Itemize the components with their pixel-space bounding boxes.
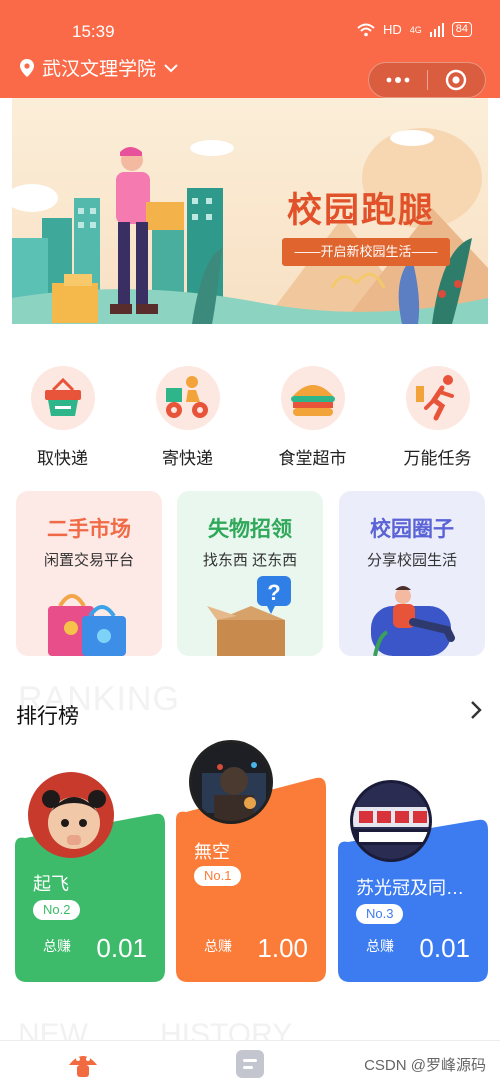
quick-label: 寄快递 bbox=[162, 449, 213, 468]
shopping-bags-icon bbox=[48, 594, 126, 656]
ranking-name: 起飞 bbox=[33, 874, 69, 894]
banner-title: 校园跑腿 bbox=[287, 190, 436, 231]
chevron-down-icon bbox=[164, 63, 178, 72]
mini-program-capsule bbox=[368, 62, 486, 98]
delivery-bike-icon bbox=[155, 366, 220, 430]
tab-orders[interactable] bbox=[233, 1049, 267, 1079]
avatar bbox=[189, 740, 273, 824]
close-button[interactable] bbox=[427, 62, 485, 98]
app-header: 15:39 HD 4G 84 武汉文理学院 bbox=[0, 0, 500, 98]
ranking-badge: No.3 bbox=[356, 904, 404, 924]
category-card-lost-found[interactable]: 失物招领 找东西 还东西 ? bbox=[177, 491, 323, 656]
category-subtitle: 闲置交易平台 bbox=[43, 552, 134, 569]
document-icon bbox=[236, 1050, 264, 1078]
category-title: 校园圈子 bbox=[370, 518, 454, 541]
category-title: 失物招领 bbox=[208, 518, 292, 541]
quick-item-pickup[interactable]: 取快递 bbox=[0, 360, 125, 470]
earn-label: 总赚 bbox=[366, 938, 394, 954]
quick-label: 万能任务 bbox=[403, 449, 472, 468]
quick-label: 食堂超市 bbox=[278, 449, 347, 468]
ranking-more-button[interactable] bbox=[470, 700, 482, 726]
location-selector[interactable]: 武汉文理学院 bbox=[20, 54, 178, 81]
earn-label: 总赚 bbox=[43, 938, 71, 954]
location-name: 武汉文理学院 bbox=[42, 59, 157, 80]
location-pin-icon bbox=[20, 58, 34, 77]
more-dots-icon bbox=[386, 77, 410, 83]
category-subtitle: 分享校园生活 bbox=[366, 552, 457, 569]
category-title: 二手市场 bbox=[47, 518, 131, 541]
category-subtitle: 找东西 还东西 bbox=[202, 552, 298, 569]
ranking-name: 苏光冠及同… bbox=[356, 878, 464, 898]
ranking-name: 無空 bbox=[194, 842, 230, 862]
chevron-right-icon bbox=[471, 701, 482, 719]
svg-text:?: ? bbox=[267, 580, 280, 605]
ranking-title: 排行榜 bbox=[16, 705, 79, 728]
network-label: HD bbox=[382, 22, 402, 37]
earn-label: 总赚 bbox=[204, 938, 232, 954]
basket-icon bbox=[30, 366, 95, 430]
quick-actions: 取快递 寄快递 食堂超市 万能任务 bbox=[0, 360, 500, 470]
quick-label: 取快递 bbox=[37, 449, 88, 468]
status-bar: 15:39 HD 4G 84 bbox=[0, 0, 500, 52]
promo-banner[interactable]: 校园跑腿 ——开启新校园生活—— bbox=[12, 98, 488, 324]
category-card-circle[interactable]: 校园圈子 分享校园生活 bbox=[339, 491, 485, 656]
signal-icon bbox=[429, 22, 444, 37]
tab-home[interactable] bbox=[66, 1049, 100, 1079]
burger-icon bbox=[280, 366, 345, 430]
status-icons: HD 4G 84 bbox=[357, 22, 472, 37]
earn-value: 0.01 bbox=[96, 933, 147, 963]
earn-value: 0.01 bbox=[419, 933, 470, 963]
quick-item-task[interactable]: 万能任务 bbox=[375, 360, 500, 470]
signal-label: 4G bbox=[409, 24, 422, 35]
target-icon bbox=[446, 69, 467, 91]
ranking-badge: No.2 bbox=[33, 900, 81, 920]
running-man-icon bbox=[405, 366, 470, 430]
category-card-secondhand[interactable]: 二手市场 闲置交易平台 bbox=[16, 491, 162, 656]
banner-subtitle: ——开启新校园生活—— bbox=[282, 238, 450, 266]
quick-item-canteen[interactable]: 食堂超市 bbox=[250, 360, 375, 470]
wifi-icon bbox=[357, 23, 375, 36]
earn-value: 1.00 bbox=[257, 933, 308, 963]
avatar bbox=[28, 772, 114, 858]
status-time: 15:39 bbox=[72, 22, 115, 41]
mushroom-home-icon bbox=[69, 1056, 97, 1077]
ranking-badge: No.1 bbox=[194, 866, 242, 886]
relaxing-person-icon bbox=[371, 586, 455, 656]
battery-indicator: 84 bbox=[451, 22, 472, 37]
watermark: CSDN @罗峰源码 bbox=[364, 1057, 486, 1074]
question-box-icon: ? bbox=[207, 576, 291, 656]
quick-item-send[interactable]: 寄快递 bbox=[125, 360, 250, 470]
avatar bbox=[350, 780, 432, 862]
more-button[interactable] bbox=[369, 62, 427, 98]
